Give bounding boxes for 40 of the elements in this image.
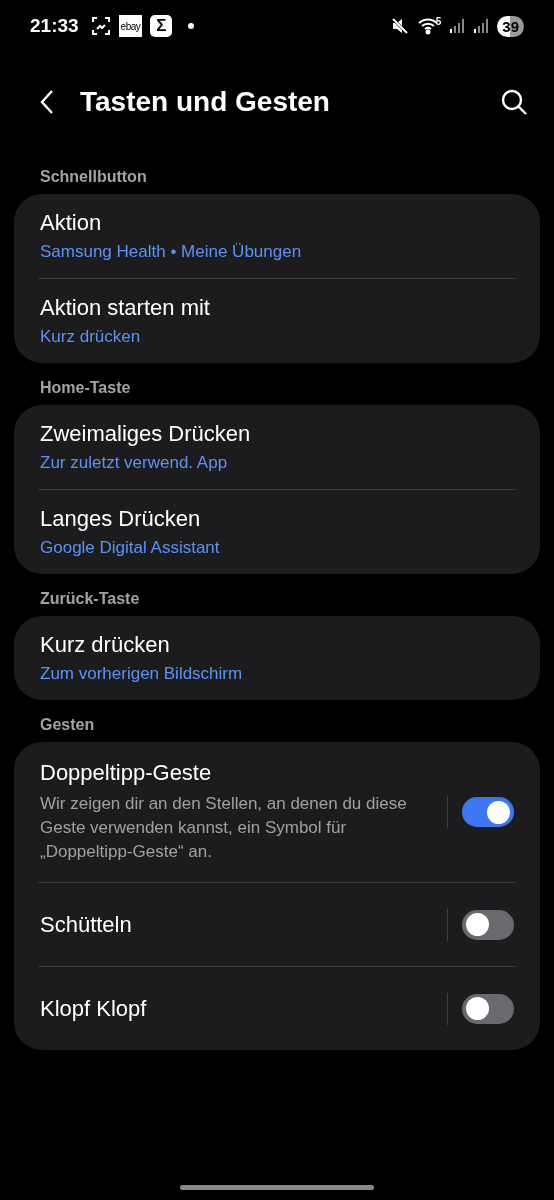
setting-title: Aktion starten mit xyxy=(40,295,211,321)
toggle-switch[interactable] xyxy=(462,797,514,827)
toggle-switch[interactable] xyxy=(462,909,514,940)
section-title: Schnellbutton xyxy=(39,167,148,187)
section-title: Zurück-Taste xyxy=(39,589,141,609)
signal-icon xyxy=(473,18,490,34)
setting-row[interactable]: Langes Drücken Google Digital Assistant xyxy=(38,489,516,574)
section-title: Home-Taste xyxy=(39,378,132,398)
setting-row[interactable]: Zweimaliges Drücken Zur zuletzt verwend. App xyxy=(38,405,516,489)
setting-row[interactable]: Schütteln xyxy=(38,882,516,966)
notification-dot-icon xyxy=(188,23,195,29)
setting-value: Google Digital Assistant xyxy=(40,538,221,558)
section-title: Gesten xyxy=(39,715,96,735)
setting-title: Klopf Klopf xyxy=(40,995,148,1022)
status-time: 21:33 xyxy=(30,15,79,37)
wifi-icon xyxy=(417,17,438,35)
setting-row[interactable]: Aktion Samsung Health • Meine Übungen xyxy=(38,194,516,278)
page-title: Tasten und Gesten xyxy=(80,86,331,118)
setting-row[interactable]: Aktion starten mit Kurz drücken xyxy=(38,278,516,363)
setting-title: Schütteln xyxy=(40,911,133,938)
setting-row[interactable]: Kurz drücken Zum vorherigen Bildschirm xyxy=(38,616,516,700)
setting-row[interactable]: Doppeltipp-Geste Wir zeigen dir an den Stellen, an denen du diese Geste verwenden kannst, ein Symbol für „Doppeltipp-Geste“ an. xyxy=(38,742,516,882)
setting-title: Langes Drücken xyxy=(40,506,202,532)
network-label: 5 xyxy=(435,15,442,27)
screenshot-icon xyxy=(90,16,111,36)
toggle-switch[interactable] xyxy=(462,993,514,1024)
setting-value: Zum vorherigen Bildschirm xyxy=(40,664,244,684)
setting-value: Samsung Health • Meine Übungen xyxy=(40,242,303,262)
setting-title: Aktion xyxy=(40,210,103,236)
setting-title: Zweimaliges Drücken xyxy=(40,421,252,447)
setting-title: Doppeltipp-Geste xyxy=(40,760,213,786)
signal-icon xyxy=(449,18,466,34)
setting-description: Wir zeigen dir an den Stellen, an denen du diese Geste verwenden kannst, ein Symbol für „Doppeltipp-Geste“ an. xyxy=(40,793,408,863)
setting-row[interactable]: Klopf Klopf xyxy=(38,966,516,1050)
mute-icon xyxy=(389,16,410,36)
setting-value: Kurz drücken xyxy=(40,327,142,347)
app-logo: ebay xyxy=(118,15,143,37)
setting-title: Kurz drücken xyxy=(40,632,171,658)
app-icon: Σ xyxy=(150,15,173,37)
setting-value: Zur zuletzt verwend. App xyxy=(40,453,229,473)
